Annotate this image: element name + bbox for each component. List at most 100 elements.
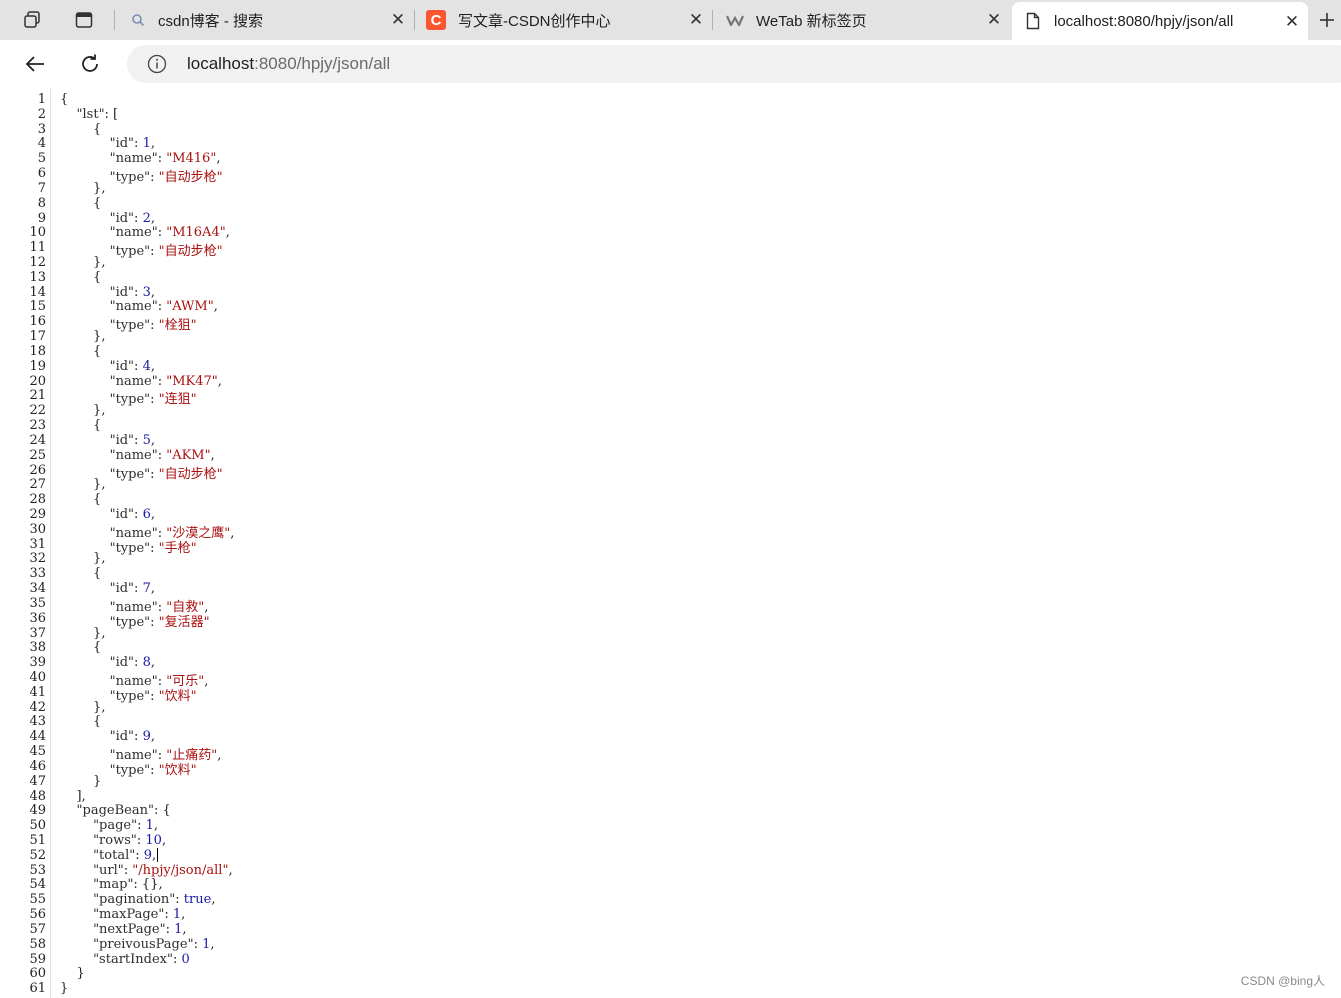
vertical-tabs-icon[interactable] bbox=[70, 6, 98, 34]
tab-label: localhost:8080/hpjy/json/all bbox=[1054, 12, 1234, 30]
json-code[interactable]: { "lst": [ { "id": 1, "name": "M416", "t… bbox=[60, 89, 1330, 998]
line-number: 6 bbox=[37, 166, 46, 182]
line-number: 35 bbox=[29, 595, 46, 611]
line-number: 7 bbox=[37, 180, 46, 196]
watermark: CSDN @bing人 bbox=[1240, 974, 1325, 988]
line-number: 51 bbox=[29, 833, 46, 848]
line-number: 43 bbox=[29, 714, 46, 730]
line-number: 5 bbox=[37, 151, 46, 167]
tab-separator bbox=[414, 10, 415, 30]
text-caret bbox=[157, 848, 159, 863]
json-line: { bbox=[60, 492, 102, 508]
json-line: }, bbox=[60, 551, 106, 567]
line-number: 19 bbox=[29, 358, 46, 374]
json-line: { bbox=[60, 343, 102, 359]
json-line: "pagination": true, bbox=[93, 892, 216, 908]
json-line: { bbox=[60, 418, 102, 434]
json-line: "lst": [ bbox=[76, 106, 119, 122]
json-line: { bbox=[60, 92, 69, 107]
info-icon[interactable] bbox=[147, 54, 167, 74]
line-number: 15 bbox=[29, 299, 46, 315]
json-line: }, bbox=[60, 180, 106, 196]
close-icon[interactable]: ✕ bbox=[688, 10, 704, 29]
line-number: 17 bbox=[29, 329, 46, 345]
line-number: 8 bbox=[37, 195, 46, 211]
close-icon[interactable]: ✕ bbox=[1284, 12, 1300, 31]
line-number: 33 bbox=[29, 566, 46, 582]
tab-localhost[interactable]: localhost:8080/hpjy/json/all ✕ bbox=[1012, 2, 1308, 40]
line-number: 25 bbox=[29, 447, 46, 463]
line-number: 20 bbox=[29, 373, 46, 389]
line-number: 9 bbox=[37, 210, 46, 226]
line-number: 52 bbox=[29, 847, 46, 863]
json-line: "rows": 10, bbox=[93, 833, 167, 848]
back-button[interactable] bbox=[20, 50, 50, 78]
json-line: { bbox=[60, 121, 102, 137]
json-line: "total": 9, bbox=[93, 847, 159, 863]
json-line: ], bbox=[60, 788, 86, 804]
json-line: "maxPage": 1, bbox=[93, 907, 186, 923]
json-line: { bbox=[60, 714, 102, 730]
json-line: "nextPage": 1, bbox=[93, 921, 187, 937]
line-number: 56 bbox=[29, 907, 46, 923]
json-line: "startIndex": 0 bbox=[93, 951, 190, 967]
json-line: "map": {}, bbox=[93, 877, 163, 893]
line-number: 36 bbox=[29, 610, 46, 626]
json-line: "id": 2, bbox=[109, 210, 155, 226]
json-line: "preivousPage": 1, bbox=[93, 936, 215, 952]
workspaces-icon[interactable] bbox=[18, 6, 46, 34]
line-number: 57 bbox=[29, 921, 46, 937]
json-line: "pageBean": { bbox=[76, 803, 171, 819]
line-number: 38 bbox=[29, 640, 46, 656]
tab-label: WeTab 新标签页 bbox=[756, 12, 867, 30]
json-line: "name": "AKM", bbox=[109, 447, 215, 463]
line-number: 2 bbox=[37, 106, 46, 122]
url-field[interactable]: localhost:8080/hpjy/json/all bbox=[127, 45, 1341, 83]
search-icon bbox=[130, 12, 146, 28]
tab-csdn-search[interactable]: csdn博客 - 搜索 ✕ bbox=[118, 0, 414, 40]
wetab-icon bbox=[726, 13, 744, 27]
line-number: 60 bbox=[29, 966, 46, 982]
json-line: "id": 5, bbox=[109, 432, 155, 448]
tab-label: 写文章-CSDN创作中心 bbox=[458, 12, 611, 30]
json-line: }, bbox=[60, 477, 106, 493]
line-number: 22 bbox=[29, 403, 46, 419]
json-line: "id": 1, bbox=[109, 136, 155, 152]
tab-bar: csdn博客 - 搜索 ✕ C 写文章-CSDN创作中心 ✕ WeTab 新标签… bbox=[0, 0, 1341, 40]
url-text: localhost:8080/hpjy/json/all bbox=[187, 54, 390, 74]
line-number: 10 bbox=[29, 225, 46, 241]
address-bar: localhost:8080/hpjy/json/all bbox=[0, 40, 1341, 88]
line-number: 27 bbox=[29, 477, 46, 493]
line-number: 16 bbox=[29, 314, 46, 330]
reload-button[interactable] bbox=[75, 50, 105, 78]
tab-separator bbox=[712, 10, 713, 30]
line-number: 4 bbox=[37, 136, 46, 152]
tab-label: csdn博客 - 搜索 bbox=[158, 12, 264, 30]
line-number: 42 bbox=[29, 699, 46, 715]
line-number: 40 bbox=[29, 669, 46, 685]
line-number: 3 bbox=[37, 121, 46, 137]
json-line: "name": "MK47", bbox=[109, 373, 222, 389]
line-number: 31 bbox=[29, 536, 46, 552]
line-number: 39 bbox=[29, 655, 46, 671]
tab-wetab[interactable]: WeTab 新标签页 ✕ bbox=[716, 0, 1010, 40]
new-tab-button[interactable] bbox=[1313, 6, 1341, 34]
tab-csdn-write[interactable]: C 写文章-CSDN创作中心 ✕ bbox=[418, 0, 712, 40]
line-number: 30 bbox=[29, 521, 46, 537]
url-path: :8080/hpjy/json/all bbox=[254, 54, 391, 73]
line-number: 59 bbox=[29, 951, 46, 967]
line-number: 13 bbox=[29, 269, 46, 285]
json-line: } bbox=[60, 981, 69, 997]
json-line: { bbox=[60, 269, 102, 285]
line-number: 14 bbox=[29, 284, 46, 300]
csdn-icon: C bbox=[426, 10, 446, 30]
json-line: "id": 3, bbox=[109, 284, 155, 300]
json-line: }, bbox=[60, 699, 106, 715]
line-number: 37 bbox=[29, 625, 46, 641]
tab-separator bbox=[114, 10, 115, 30]
line-number: 49 bbox=[29, 803, 46, 819]
line-number: 46 bbox=[29, 758, 46, 774]
close-icon[interactable]: ✕ bbox=[390, 10, 406, 29]
close-icon[interactable]: ✕ bbox=[986, 10, 1002, 29]
json-line: "url": "/hpjy/json/all", bbox=[93, 862, 233, 878]
